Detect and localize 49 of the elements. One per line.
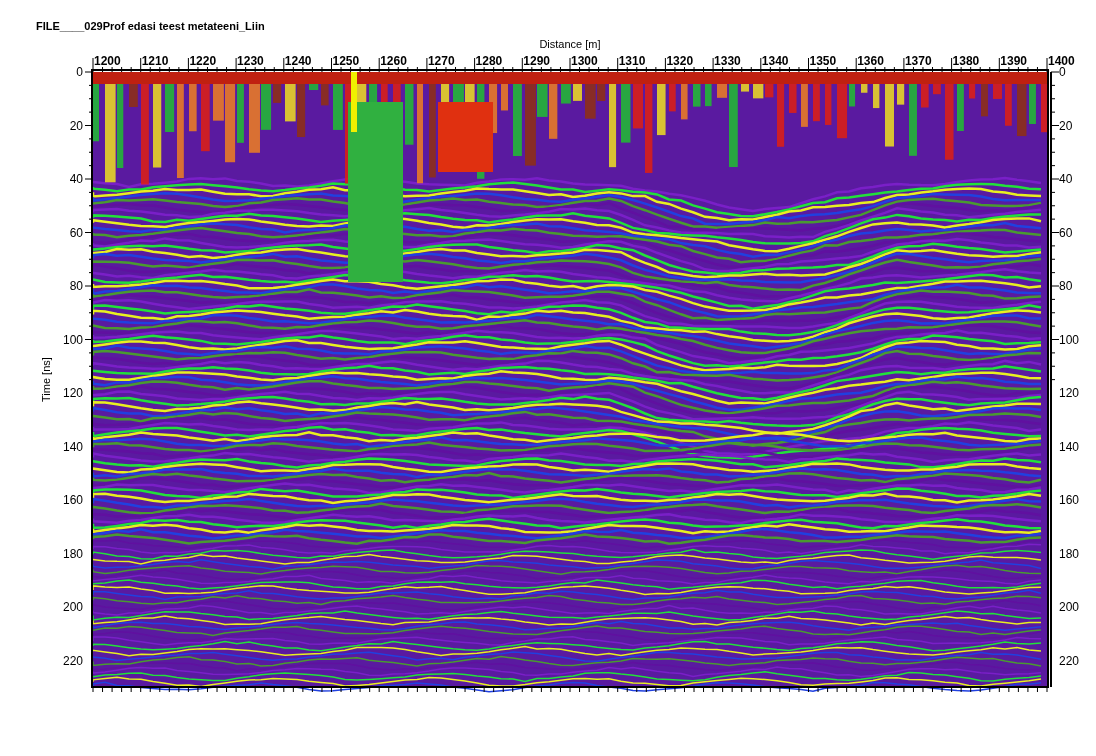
y-tick-label: 120 — [1059, 387, 1080, 399]
y-tick-label: 0 — [76, 66, 83, 78]
y-tick-label: 180 — [1059, 547, 1080, 560]
x-tick-label: 1280 — [475, 54, 503, 68]
y-tick-label: 100 — [62, 333, 83, 346]
x-tick-label: 1360 — [857, 54, 884, 68]
y-tick-label: 220 — [62, 654, 83, 667]
y-tick-label: 140 — [62, 440, 83, 453]
x-tick-label: 1300 — [571, 54, 598, 68]
y-tick-label: 0 — [1059, 66, 1066, 78]
anomaly-patch — [438, 102, 493, 172]
y-tick-label: 200 — [1059, 601, 1080, 613]
y-tick-label: 140 — [1059, 440, 1080, 453]
y-tick-label: 20 — [69, 119, 83, 132]
y-tick-label: 40 — [69, 173, 83, 185]
file-title: FILE____029Prof edasi teest metateeni_Liin — [36, 20, 266, 34]
x-tick-label: 1200 — [94, 54, 121, 68]
x-tick-label: 1270 — [427, 54, 455, 68]
y-tick-label: 20 — [1059, 119, 1073, 132]
x-tick-label: 1330 — [714, 54, 741, 68]
x-tick-label: 1290 — [523, 54, 550, 68]
y-axis-label: Time [ns] — [40, 357, 52, 402]
y-tick-label: 160 — [62, 494, 83, 506]
y-tick-label: 100 — [1059, 333, 1080, 346]
y-tick-label: 220 — [1059, 654, 1080, 667]
y-tick-label: 40 — [1059, 173, 1073, 185]
x-tick-label: 1220 — [189, 54, 217, 68]
x-tick-label: 1340 — [761, 54, 789, 68]
x-tick-label: 1250 — [332, 54, 360, 68]
y-tick-label: 120 — [62, 387, 83, 399]
x-tick-label: 1260 — [380, 54, 407, 68]
y-tick-label: 80 — [1059, 280, 1073, 292]
x-tick-label: 1400 — [1048, 54, 1075, 68]
x-tick-label: 1240 — [284, 54, 312, 68]
y-tick-label: 60 — [1059, 226, 1073, 239]
y-tick-label: 80 — [69, 280, 83, 292]
x-tick-label: 1210 — [141, 54, 169, 68]
x-tick-label: 1230 — [237, 54, 264, 68]
x-tick-label: 1390 — [1000, 54, 1027, 68]
y-tick-label: 160 — [1059, 494, 1080, 506]
x-tick-label: 1370 — [904, 54, 932, 68]
x-tick-label: 1320 — [666, 54, 694, 68]
y-tick-label: 200 — [62, 601, 83, 613]
x-tick-label: 1310 — [618, 54, 646, 68]
y-tick-label: 60 — [69, 226, 83, 239]
y-tick-label: 180 — [62, 547, 83, 560]
x-tick-label: 1380 — [952, 54, 980, 68]
x-axis-label: Distance [m] — [539, 37, 601, 52]
x-tick-label: 1350 — [809, 54, 837, 68]
